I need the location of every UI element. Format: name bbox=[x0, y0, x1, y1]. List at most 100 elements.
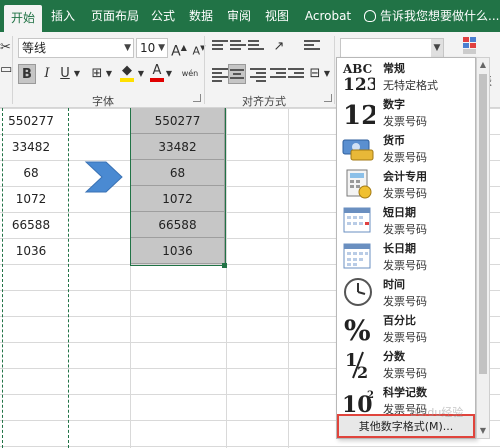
lightbulb-icon bbox=[364, 10, 376, 22]
table-cell[interactable]: 1036 bbox=[0, 238, 62, 264]
format-preview: 发票号码 bbox=[383, 223, 427, 236]
list-item[interactable]: 短日期 发票号码 bbox=[337, 202, 475, 238]
format-preview: 发票号码 bbox=[383, 367, 427, 380]
group-divider bbox=[204, 36, 205, 104]
dropdown-scrollbar[interactable]: ▲ ▼ bbox=[476, 57, 490, 439]
svg-text:ABC: ABC bbox=[342, 62, 372, 76]
list-item[interactable]: ABC 123 常规 无特定格式 bbox=[337, 58, 475, 95]
tab-review[interactable]: 审阅 bbox=[222, 0, 256, 32]
bold-button[interactable]: B bbox=[18, 64, 36, 84]
format-title: 百分比 bbox=[383, 314, 416, 327]
align-center-button[interactable] bbox=[228, 64, 246, 84]
selection-border bbox=[130, 108, 226, 266]
scientific-icon: 10 2 bbox=[341, 384, 375, 418]
list-item[interactable]: 货币 发票号码 bbox=[337, 130, 475, 166]
phonetic-guide-icon[interactable]: wén bbox=[178, 64, 202, 84]
table-cell[interactable]: 1072 bbox=[0, 186, 62, 212]
fill-color-icon[interactable]: ◆ bbox=[118, 64, 136, 84]
list-item[interactable]: 12 分数 发票号码 bbox=[337, 346, 475, 382]
tab-formulas[interactable]: 公式 bbox=[146, 0, 180, 32]
table-cell[interactable]: 33482 bbox=[0, 134, 62, 160]
format-title: 分数 bbox=[383, 350, 405, 363]
bottom-align-icon[interactable] bbox=[248, 40, 264, 54]
conditional-format-icon[interactable] bbox=[462, 36, 478, 56]
format-preview: 发票号码 bbox=[383, 115, 427, 128]
group-divider bbox=[334, 36, 335, 104]
clipboard-cut-icon[interactable]: ✂ bbox=[0, 38, 11, 58]
group-divider bbox=[12, 36, 13, 104]
format-title: 数字 bbox=[383, 98, 405, 111]
increase-indent-icon[interactable] bbox=[288, 68, 304, 82]
number-format-dropdown[interactable]: ABC 123 常规 无特定格式 12 数字 发票号码 货币 发票号码 会计专用 … bbox=[336, 57, 476, 439]
chevron-down-icon[interactable]: ▼ bbox=[104, 64, 114, 84]
table-cell[interactable]: 66588 bbox=[0, 212, 62, 238]
ribbon-tabs: 开始 插入 页面布局 公式 数据 审阅 视图 Acrobat 告诉我您想要做什么… bbox=[0, 0, 500, 32]
tab-data[interactable]: 数据 bbox=[184, 0, 218, 32]
percent-icon: % bbox=[341, 312, 375, 347]
watermark: Baidu经验 bbox=[410, 406, 464, 419]
italic-button[interactable]: I bbox=[38, 64, 56, 84]
svg-text:123: 123 bbox=[343, 75, 375, 92]
chevron-down-icon[interactable]: ▼ bbox=[124, 39, 131, 57]
fraction-icon: 12 bbox=[341, 348, 375, 382]
tab-home[interactable]: 开始 bbox=[4, 5, 42, 32]
wrap-text-icon[interactable] bbox=[304, 40, 320, 54]
table-cell[interactable]: 550277 bbox=[0, 108, 62, 134]
number-format-combo[interactable]: ▼ bbox=[340, 38, 444, 58]
chevron-down-icon[interactable]: ▼ bbox=[158, 39, 165, 57]
chevron-down-icon[interactable]: ▼ bbox=[72, 64, 82, 84]
short-date-icon bbox=[341, 204, 375, 236]
svg-text:2: 2 bbox=[357, 363, 368, 380]
chevron-arrow-icon bbox=[84, 161, 123, 193]
grow-font-button[interactable]: A▲ bbox=[170, 38, 188, 60]
dialog-launcher-icon[interactable] bbox=[193, 94, 201, 102]
font-size-value: 10 bbox=[140, 41, 156, 55]
top-align-icon[interactable] bbox=[212, 40, 228, 54]
scroll-down-icon[interactable]: ▼ bbox=[477, 425, 489, 437]
number-12-icon: 12 bbox=[341, 96, 379, 131]
alignment-group-label: 对齐方式 bbox=[242, 95, 286, 108]
tell-me-box[interactable]: 告诉我您想要做什么... bbox=[364, 0, 499, 32]
format-preview: 发票号码 bbox=[383, 187, 427, 200]
align-left-icon[interactable] bbox=[212, 68, 228, 82]
list-item[interactable]: % 百分比 发票号码 bbox=[337, 310, 475, 347]
decrease-indent-icon[interactable] bbox=[270, 68, 286, 82]
dialog-launcher-icon[interactable] bbox=[324, 94, 332, 102]
list-item[interactable]: 长日期 发票号码 bbox=[337, 238, 475, 274]
fill-handle[interactable] bbox=[222, 263, 227, 268]
tab-page-layout[interactable]: 页面布局 bbox=[86, 0, 144, 32]
format-title: 科学记数 bbox=[383, 386, 427, 399]
list-item[interactable]: 时间 发票号码 bbox=[337, 274, 475, 310]
format-preview: 发票号码 bbox=[383, 259, 427, 272]
chevron-down-icon[interactable]: ▼ bbox=[164, 64, 174, 84]
font-size-combo[interactable]: 10 ▼ bbox=[136, 38, 168, 58]
tab-view[interactable]: 视图 bbox=[260, 0, 294, 32]
list-item[interactable]: 12 数字 发票号码 bbox=[337, 94, 475, 131]
svg-text:2: 2 bbox=[367, 390, 374, 401]
format-preview: 发票号码 bbox=[383, 295, 427, 308]
list-item[interactable]: 会计专用 发票号码 bbox=[337, 166, 475, 202]
accounting-icon bbox=[341, 168, 375, 200]
chevron-down-icon[interactable]: ▼ bbox=[136, 64, 146, 84]
scrollbar-thumb[interactable] bbox=[479, 74, 487, 374]
middle-align-icon[interactable] bbox=[230, 40, 246, 54]
format-preview: 发票号码 bbox=[383, 331, 427, 344]
shrink-font-button[interactable]: A▼ bbox=[190, 38, 208, 58]
clock-icon bbox=[341, 276, 375, 308]
chevron-down-icon[interactable]: ▼ bbox=[431, 39, 443, 57]
format-title: 时间 bbox=[383, 278, 405, 291]
tab-insert[interactable]: 插入 bbox=[46, 0, 80, 32]
long-date-icon bbox=[341, 240, 375, 272]
align-right-icon[interactable] bbox=[250, 68, 266, 82]
clipboard-copy-icon[interactable]: ▭ bbox=[0, 60, 12, 80]
svg-text:%: % bbox=[344, 314, 371, 344]
font-name-combo[interactable]: 等线 ▼ bbox=[18, 38, 134, 58]
table-cell[interactable]: 68 bbox=[0, 160, 62, 186]
orientation-icon[interactable]: ↗ bbox=[270, 37, 288, 57]
tab-acrobat[interactable]: Acrobat bbox=[300, 0, 356, 32]
font-group-label: 字体 bbox=[92, 95, 114, 108]
font-name-value: 等线 bbox=[22, 41, 47, 55]
chevron-down-icon[interactable]: ▼ bbox=[322, 64, 332, 84]
tell-me-text: 告诉我您想要做什么... bbox=[380, 9, 500, 23]
scroll-up-icon[interactable]: ▲ bbox=[477, 59, 489, 71]
